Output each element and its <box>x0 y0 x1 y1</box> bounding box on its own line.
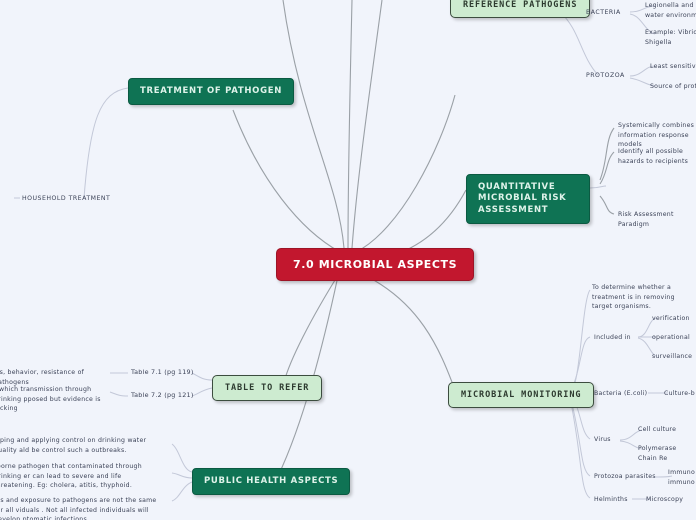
leaf-verification[interactable]: verification <box>652 314 690 324</box>
node-virus[interactable]: Virus <box>594 435 611 445</box>
leaf-surveillance[interactable]: surveillance <box>652 352 692 362</box>
leaf-exposure-variation[interactable]: cts and exposure to pathogens are not th… <box>0 496 158 520</box>
leaf-culture-based[interactable]: Culture-b <box>664 389 696 399</box>
leaf-legionella[interactable]: Legionella and non water environments <box>645 1 696 20</box>
leaf-source-of-protozoa[interactable]: Source of protoz <box>650 82 696 92</box>
node-protozoa-parasites[interactable]: Protozoa parasites <box>594 472 656 482</box>
leaf-determine-treatment[interactable]: To determine whether a treatment is in r… <box>592 283 696 312</box>
leaf-least-sensitive[interactable]: Least sensitive b <box>650 62 696 72</box>
branch-table-to-refer[interactable]: TABLE TO REFER <box>212 375 323 401</box>
mindmap-canvas: 7.0 MICROBIAL ASPECTS REFERENCE PATHOGEN… <box>0 0 696 520</box>
leaf-transmission-evidence[interactable]: r which transmission through drinking pp… <box>0 385 106 414</box>
node-table-7-1[interactable]: Table 7.1 (pg 119) <box>131 368 194 378</box>
node-table-7-2[interactable]: Table 7.2 (pg 121) <box>131 391 194 401</box>
leaf-risk-assessment-paradigm[interactable]: Risk Assessment Paradigm <box>618 210 696 229</box>
branch-public-health-aspects[interactable]: PUBLIC HEALTH ASPECTS <box>192 468 351 496</box>
node-protozoa[interactable]: PROTOZOA <box>586 71 625 81</box>
leaf-polymerase-chain-reaction[interactable]: Polymerase Chain Re <box>638 444 696 463</box>
node-household-treatment[interactable]: HOUSEHOLD TREATMENT <box>22 194 110 204</box>
node-bacteria[interactable]: BACTERIA <box>586 8 621 18</box>
branch-quantitative-microbial-risk-assessment[interactable]: QUANTITATIVE MICROBIAL RISK ASSESSMENT <box>466 174 590 225</box>
leaf-immuno[interactable]: Immuno immuno <box>668 468 696 487</box>
node-helminths[interactable]: Helminths <box>594 495 628 505</box>
branch-reference-pathogens[interactable]: REFERENCE PATHOGENS <box>450 0 591 18</box>
leaf-identify-hazards[interactable]: Identify all possible hazards to recipie… <box>618 147 696 166</box>
leaf-operational[interactable]: operational <box>652 333 690 343</box>
node-included-in[interactable]: Included in <box>594 333 631 343</box>
branch-treatment-of-pathogen[interactable]: TREATMENT OF PATHOGEN <box>128 78 295 106</box>
leaf-developing-control[interactable]: loping and applying control on drinking … <box>0 436 158 455</box>
branch-microbial-monitoring[interactable]: MICROBIAL MONITORING <box>448 382 595 408</box>
leaf-cell-culture[interactable]: Cell culture <box>638 425 676 435</box>
leaf-systemically-combines[interactable]: Systemically combines information respon… <box>618 121 696 150</box>
root-node[interactable]: 7.0 MICROBIAL ASPECTS <box>276 248 475 281</box>
leaf-microscopy[interactable]: Microscopy <box>646 495 683 505</box>
node-bacteria-ecoli[interactable]: Bacteria (E.coli) <box>594 389 647 399</box>
leaf-waterborne-pathogen[interactable]: rborne pathogen that contaminated throug… <box>0 462 158 491</box>
leaf-vibrio-shigella[interactable]: Example: Vibrio, Shigella <box>645 28 696 47</box>
